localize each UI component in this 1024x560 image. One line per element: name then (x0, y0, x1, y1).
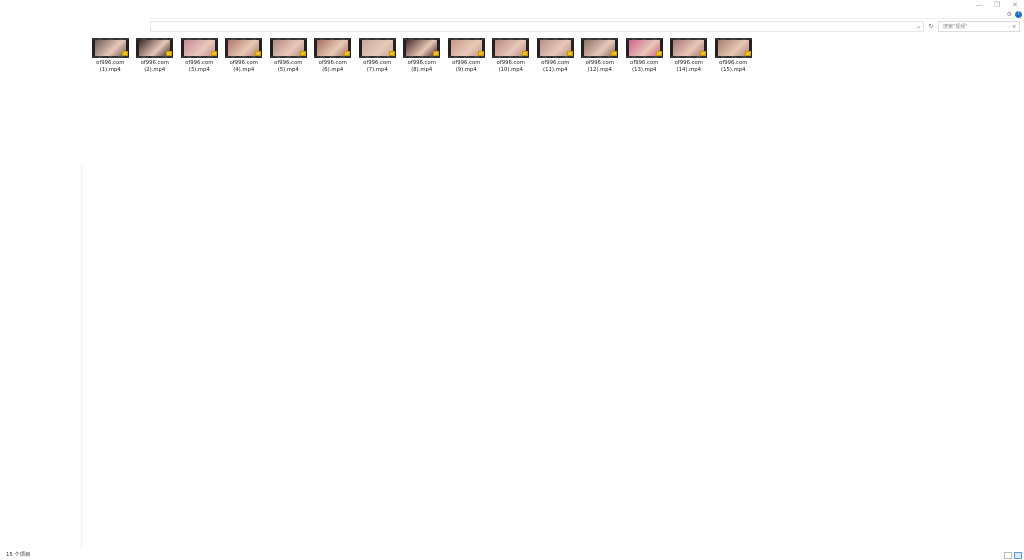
minimize-button[interactable]: — (970, 0, 988, 10)
file-name: of996.com (14).mp4 (674, 60, 703, 73)
file-name: of996.com (7).mp4 (363, 60, 392, 73)
file-item[interactable]: of996.com (9).mp4 (444, 38, 489, 73)
media-player-icon (255, 51, 262, 56)
file-name: of996.com (3).mp4 (185, 60, 214, 73)
video-thumbnail (136, 38, 174, 58)
video-thumbnail (91, 38, 129, 58)
refresh-icon[interactable]: ↻ (926, 21, 936, 32)
file-item[interactable]: of996.com (2).mp4 (133, 38, 178, 73)
video-thumbnail (225, 38, 263, 58)
file-item[interactable]: of996.com (14).mp4 (667, 38, 712, 73)
video-thumbnail (581, 38, 619, 58)
video-thumbnail (269, 38, 307, 58)
file-item[interactable]: of996.com (12).mp4 (578, 38, 623, 73)
file-list: of996.com (1).mp4 of996.com (2).mp4 of996.… (88, 38, 756, 73)
media-player-icon (388, 51, 395, 56)
navigation-pane-divider[interactable] (81, 165, 82, 548)
video-thumbnail (180, 38, 218, 58)
media-player-icon (121, 51, 128, 56)
video-thumbnail (358, 38, 396, 58)
file-name: of996.com (15).mp4 (719, 60, 748, 73)
video-thumbnail (447, 38, 485, 58)
search-input[interactable]: 搜索"视频" ⌕ (938, 21, 1020, 32)
settings-icon[interactable]: ⚙ (1007, 11, 1012, 18)
address-dropdown-icon[interactable]: ⌄ (913, 21, 924, 32)
file-item[interactable]: of996.com (15).mp4 (711, 38, 756, 73)
media-player-icon (344, 51, 351, 56)
file-name: of996.com (9).mp4 (452, 60, 481, 73)
close-button[interactable]: ✕ (1006, 0, 1024, 10)
view-buttons (1002, 552, 1022, 559)
window-controls: — ❐ ✕ (970, 0, 1024, 10)
media-player-icon (477, 51, 484, 56)
file-item[interactable]: of996.com (10).mp4 (489, 38, 534, 73)
search-icon[interactable]: ⌕ (1013, 23, 1016, 31)
file-name: of996.com (11).mp4 (541, 60, 570, 73)
ribbon-divider (150, 18, 1024, 19)
maximize-button[interactable]: ❐ (988, 0, 1006, 10)
media-player-icon (522, 51, 529, 56)
search-placeholder: 搜索"视频" (943, 24, 968, 30)
media-player-icon (166, 51, 173, 56)
file-name: of996.com (5).mp4 (274, 60, 303, 73)
media-player-icon (655, 51, 662, 56)
media-player-icon (700, 51, 707, 56)
large-icons-view-button[interactable] (1014, 552, 1022, 559)
file-name: of996.com (10).mp4 (496, 60, 525, 73)
address-bar[interactable] (150, 21, 924, 32)
video-thumbnail (714, 38, 752, 58)
file-item[interactable]: of996.com (8).mp4 (400, 38, 445, 73)
file-name: of996.com (2).mp4 (140, 60, 169, 73)
file-item[interactable]: of996.com (11).mp4 (533, 38, 578, 73)
video-thumbnail (536, 38, 574, 58)
file-item[interactable]: of996.com (5).mp4 (266, 38, 311, 73)
file-item[interactable]: of996.com (13).mp4 (622, 38, 667, 73)
media-player-icon (433, 51, 440, 56)
status-item-count: 15 个项目 (6, 552, 31, 558)
video-thumbnail (492, 38, 530, 58)
video-thumbnail (314, 38, 352, 58)
details-view-button[interactable] (1004, 552, 1012, 559)
media-player-icon (566, 51, 573, 56)
file-name: of996.com (4).mp4 (229, 60, 258, 73)
video-thumbnail (670, 38, 708, 58)
file-item[interactable]: of996.com (7).mp4 (355, 38, 400, 73)
media-player-icon (611, 51, 618, 56)
file-name: of996.com (13).mp4 (630, 60, 659, 73)
file-item[interactable]: of996.com (4).mp4 (222, 38, 267, 73)
file-item[interactable]: of996.com (3).mp4 (177, 38, 222, 73)
help-icon[interactable]: ? (1015, 11, 1022, 18)
media-player-icon (299, 51, 306, 56)
file-name: of996.com (8).mp4 (407, 60, 436, 73)
file-name: of996.com (6).mp4 (318, 60, 347, 73)
media-player-icon (744, 51, 751, 56)
file-item[interactable]: of996.com (6).mp4 (311, 38, 356, 73)
file-name: of996.com (12).mp4 (585, 60, 614, 73)
file-name: of996.com (1).mp4 (96, 60, 125, 73)
file-item[interactable]: of996.com (1).mp4 (88, 38, 133, 73)
media-player-icon (210, 51, 217, 56)
video-thumbnail (403, 38, 441, 58)
video-thumbnail (625, 38, 663, 58)
